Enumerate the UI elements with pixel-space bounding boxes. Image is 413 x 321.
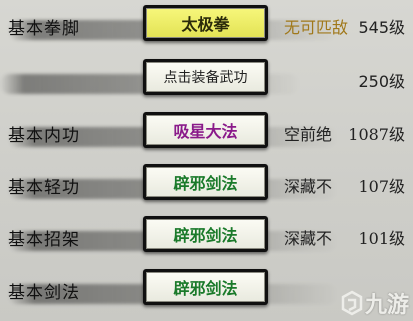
skill-level: 545级 xyxy=(358,18,405,37)
equip-button[interactable]: 辟邪剑法 xyxy=(143,164,268,200)
skill-label: 基本剑法 xyxy=(8,283,80,303)
equipped-skill-name: 吸星大法 xyxy=(146,115,265,145)
skill-level: 1087级 xyxy=(348,125,405,144)
skill-row-qinggong: 基本轻功 辟邪剑法 深藏不 107级 xyxy=(0,161,413,213)
equip-button[interactable]: 吸星大法 xyxy=(143,112,268,148)
skill-row-neigong: 基本内功 吸星大法 空前绝 1087级 xyxy=(0,109,413,161)
equipped-skill-name: 辟邪剑法 xyxy=(146,272,265,302)
skill-row-zhaojia: 基本招架 辟邪剑法 深藏不 101级 xyxy=(0,213,413,265)
equipped-skill-name: 太极拳 xyxy=(146,8,265,38)
skill-grade: 无可匹敌 xyxy=(284,18,349,37)
equipped-skill-name: 辟邪剑法 xyxy=(146,219,265,249)
skill-label: 基本招架 xyxy=(8,230,80,250)
skill-level: 107级 xyxy=(358,177,405,196)
watermark-text: 九游 xyxy=(364,293,409,318)
equip-button[interactable]: 辟邪剑法 xyxy=(143,216,268,252)
skill-label: 基本轻功 xyxy=(8,178,80,198)
skill-grade: 空前绝 xyxy=(284,125,333,144)
skill-row-empty: 点击装备武功 250级 xyxy=(0,56,413,108)
jiuyou-logo-icon xyxy=(341,290,363,316)
skill-level: 250级 xyxy=(358,72,405,91)
skill-label: 基本拳脚 xyxy=(8,19,80,39)
equipped-skill-name: 辟邪剑法 xyxy=(146,167,265,197)
skill-grade: 深藏不 xyxy=(284,229,333,248)
skill-label: 基本内功 xyxy=(8,126,80,146)
equip-button[interactable]: 辟邪剑法 xyxy=(143,269,268,305)
equip-prompt: 点击装备武功 xyxy=(146,62,265,92)
equip-button[interactable]: 太极拳 xyxy=(143,5,268,41)
skill-level: 101级 xyxy=(358,229,405,248)
skill-grade: 深藏不 xyxy=(284,177,333,196)
equip-button[interactable]: 点击装备武功 xyxy=(143,59,268,95)
watermark: 九游 xyxy=(339,287,409,319)
skill-row-quanjiao: 基本拳脚 太极拳 无可匹敌 545级 xyxy=(0,2,413,54)
